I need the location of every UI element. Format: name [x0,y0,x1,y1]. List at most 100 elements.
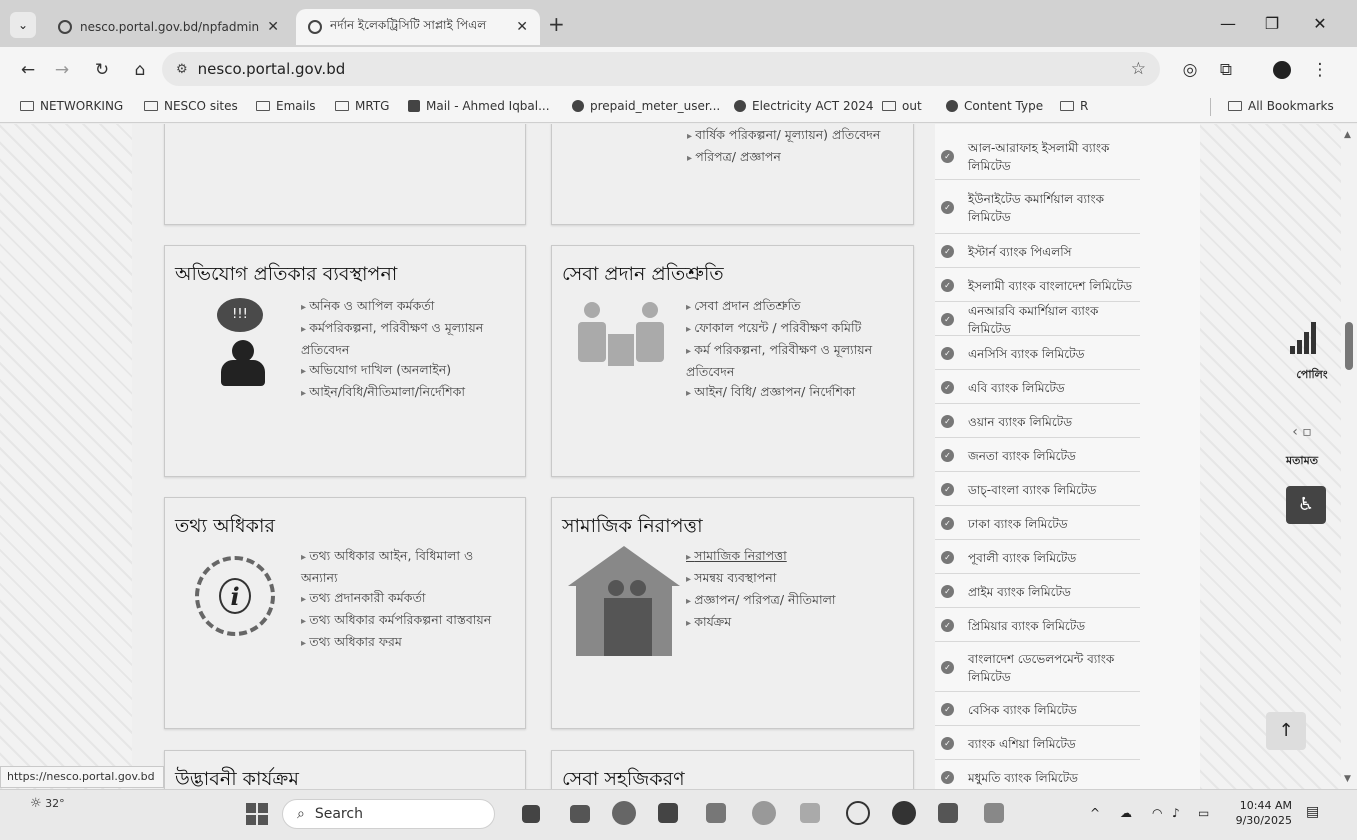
site-settings-icon[interactable]: ⚙ [176,62,188,77]
app-icon[interactable] [984,803,1004,823]
link-rti-officer[interactable]: তথ্য প্রদানকারী কর্মকর্তা [301,588,511,610]
bank-item[interactable]: ✓ ব্যাংক এশিয়া লিমিটেড [935,728,1140,760]
chrome-profile-icon[interactable] [892,801,916,825]
whatsapp-icon[interactable] [846,801,870,825]
reload-icon[interactable]: ↻ [88,56,116,84]
link-ss-circular[interactable]: প্রজ্ঞাপন/ পরিপত্র/ নীতিমালা [686,590,908,612]
bookmark-all[interactable]: All Bookmarks [1228,99,1334,113]
bank-item[interactable]: ✓ জনতা ব্যাংক লিমিটেড [935,440,1140,472]
start-windows-icon[interactable] [246,803,268,825]
link-circular[interactable]: পরিপত্র/ প্রজ্ঞাপন [687,147,907,169]
bookmark-mrtg[interactable]: MRTG [335,99,389,113]
bookmark-networking[interactable]: NETWORKING [20,99,123,113]
link-coordination[interactable]: সমন্বয় ব্যবস্থাপনা [686,568,908,590]
bookmark-r[interactable]: R [1060,99,1088,113]
bank-item[interactable]: ✓ ওয়ান ব্যাংক লিমিটেড [935,406,1140,438]
network-app-icon[interactable] [706,803,726,823]
onedrive-icon[interactable]: ☁ [1120,806,1132,820]
link-charter-law[interactable]: আইন/ বিধি/ প্রজ্ঞাপন/ নির্দেশিকা [686,382,908,404]
address-bar[interactable]: ⚙ nesco.portal.gov.bd ☆ [162,52,1160,86]
bank-item[interactable]: ✓ বাংলাদেশ ডেভেলপমেন্ট ব্যাংক লিমিটেড [935,644,1140,692]
taskbar-search[interactable]: ⌕ Search [282,799,495,829]
feedback-widget[interactable]: ‹ ▫ মতামত [1266,424,1338,474]
link-charter-plan[interactable]: কর্ম পরিকল্পনা, পরিবীক্ষণ ও মূল্যায়ন প্… [686,340,908,382]
bank-item[interactable]: ✓ এবি ব্যাংক লিমিটেড [935,372,1140,404]
bank-item[interactable]: ✓ বেসিক ব্যাংক লিমিটেড [935,694,1140,726]
link-annual-plan[interactable]: বার্ষিক পরিকল্পনা/ মূল্যায়ন) প্রতিবেদন [687,125,907,147]
restore-icon[interactable]: ❐ [1250,10,1294,38]
scroll-down-icon[interactable]: ▼ [1344,774,1351,784]
bank-item[interactable]: ✓ ইউনাইটেড কমার্শিয়াল ব্যাংক লিমিটেড [935,182,1140,234]
page-scrollbar[interactable]: ▲ ▼ [1341,124,1357,789]
link-social-safety[interactable]: সামাজিক নিরাপত্তা [686,546,908,568]
tab-nesco-home[interactable]: নর্দান ইলেকট্রিসিটি সাপ্লাই পিএল ✕ [296,9,540,45]
tab-npfadmin[interactable]: nesco.portal.gov.bd/npfadmin/ ✕ [46,9,291,45]
bank-item[interactable]: ✓ ইস্টার্ন ব্যাংক পিএলসি [935,236,1140,268]
profile-avatar-icon[interactable] [1268,56,1296,84]
scroll-up-icon[interactable]: ▲ [1344,130,1351,140]
word-icon[interactable] [938,803,958,823]
extension-icon[interactable]: ◎ [1176,56,1204,84]
card-title[interactable]: সেবা সহজিকরণ [562,765,685,789]
chrome-icon[interactable] [612,801,636,825]
link-activities[interactable]: কার্যক্রম [686,612,908,634]
link-grievance-plan[interactable]: কর্মপরিকল্পনা, পরিবীক্ষণ ও মূল্যায়ন প্র… [301,318,521,360]
bookmark-star-icon[interactable]: ☆ [1131,59,1146,79]
bank-item[interactable]: ✓ এনসিসি ব্যাংক লিমিটেড [935,338,1140,370]
store-icon[interactable] [658,803,678,823]
poll-widget[interactable]: পোলিং [1284,314,1340,394]
link-rti-law[interactable]: তথ্য অধিকার আইন, বিধিমালা ও অন্যান্য [301,546,511,588]
paint-icon[interactable] [800,803,820,823]
bank-item[interactable]: ✓ ঢাকা ব্যাংক লিমিটেড [935,508,1140,540]
bank-item[interactable]: ✓ আল-আরাফাহ ইসলামী ব্যাংক লিমিটেড [935,134,1140,180]
back-arrow-icon[interactable]: ← [14,56,42,84]
close-tab-icon[interactable]: ✕ [516,19,528,35]
bank-item[interactable]: ✓ মধুমতি ব্যাংক লিমিটেড [935,762,1140,789]
link-grievance-law[interactable]: আইন/বিধি/নীতিমালা/নির্দেশিকা [301,382,521,404]
puzzle-icon[interactable]: ⧉ [1212,56,1240,84]
card-title[interactable]: উদ্ভাবনী কার্যক্রম [175,765,299,789]
bookmark-out[interactable]: out [882,99,922,113]
close-window-icon[interactable]: ✕ [1298,10,1342,38]
card-title[interactable]: তথ্য অধিকার [175,512,275,544]
card-title[interactable]: সেবা প্রদান প্রতিশ্রুতি [562,260,724,292]
bookmark-prepaid-meter[interactable]: prepaid_meter_user... [572,99,720,113]
card-title[interactable]: সামাজিক নিরাপত্তা [562,512,703,544]
close-tab-icon[interactable]: ✕ [267,19,279,35]
card-title[interactable]: অভিযোগ প্রতিকার ব্যবস্থাপনা [175,260,397,292]
bookmark-electricity-act[interactable]: Electricity ACT 2024 [734,99,873,113]
accessibility-button[interactable]: ♿ [1286,486,1326,524]
tab-search-button[interactable]: ⌄ [10,12,36,38]
forward-arrow-icon[interactable]: → [48,56,76,84]
minimize-icon[interactable]: — [1206,10,1250,38]
bank-item[interactable]: ✓ ডাচ্-বাংলা ব্যাংক লিমিটেড [935,474,1140,506]
task-view-icon[interactable] [522,805,540,823]
link-citizen-charter[interactable]: সেবা প্রদান প্রতিশ্রুতি [686,296,908,318]
bank-item[interactable]: ✓ ইসলামী ব্যাংক বাংলাদেশ লিমিটেড [935,270,1140,302]
bank-item[interactable]: ✓ প্রাইম ব্যাংক লিমিটেড [935,576,1140,608]
link-rti-form[interactable]: তথ্য অধিকার ফরম [301,632,511,654]
bookmark-mail[interactable]: Mail - Ahmed Iqbal... [408,99,550,113]
link-appeal-officer[interactable]: অনিক ও আপিল কর্মকর্তা [301,296,521,318]
file-explorer-icon[interactable] [570,805,590,823]
home-icon[interactable]: ⌂ [126,56,154,84]
bank-item[interactable]: ✓ পূবালী ব্যাংক লিমিটেড [935,542,1140,574]
link-rti-plan[interactable]: তথ্য অধিকার কর্মপরিকল্পনা বাস্তবায়ন [301,610,511,632]
notification-icon[interactable]: ▤ [1306,804,1319,820]
menu-kebab-icon[interactable]: ⋮ [1306,56,1334,84]
bookmark-emails[interactable]: Emails [256,99,316,113]
clock[interactable]: 10:44 AM 9/30/2025 [1226,798,1292,828]
wifi-icon[interactable]: ◠ [1152,806,1162,820]
tray-chevron-icon[interactable]: ^ [1090,806,1100,820]
bank-item[interactable]: ✓ প্রিমিয়ার ব্যাংক লিমিটেড [935,610,1140,642]
link-grievance-online[interactable]: অভিযোগ দাখিল (অনলাইন) [301,360,521,382]
battery-icon[interactable]: ▭ [1198,806,1209,820]
bookmark-nesco-sites[interactable]: NESCO sites [144,99,238,113]
tool-icon[interactable] [752,801,776,825]
back-to-top-button[interactable]: ↑ [1266,712,1306,750]
bookmark-content-type[interactable]: Content Type [946,99,1043,113]
bank-item[interactable]: ✓ এনআরবি কমার্শিয়াল ব্যাংক লিমিটেড [935,304,1140,336]
volume-icon[interactable]: ♪ [1172,806,1180,820]
new-tab-button[interactable]: + [548,12,565,36]
weather-widget[interactable]: ☼ 32° [30,796,65,811]
